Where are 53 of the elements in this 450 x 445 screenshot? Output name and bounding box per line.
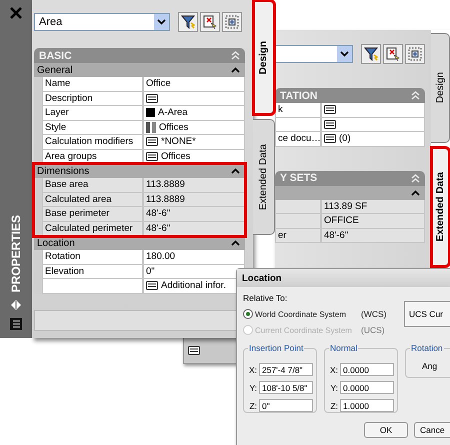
property-label: k <box>275 103 321 118</box>
section-title: Y SETS <box>280 172 318 184</box>
group-title: Location <box>37 238 75 248</box>
property-label: Calculated perimeter <box>42 222 143 236</box>
relative-to-label: Relative To: <box>243 293 288 303</box>
axis-label: Y: <box>248 382 257 392</box>
axis-label: Z: <box>248 400 257 410</box>
property-label: Elevation <box>42 264 143 279</box>
group-title: Normal <box>329 343 358 353</box>
axis-label: Z: <box>329 400 338 410</box>
property-label: Base perimeter <box>42 207 143 222</box>
group-title: Insertion Point <box>248 343 304 353</box>
value-text: 113.89 SF <box>324 200 368 212</box>
axis-label: Y: <box>329 382 338 392</box>
property-label: Description <box>42 92 143 106</box>
section-title: TATION <box>280 90 318 102</box>
dropdown-value: Area <box>39 16 62 28</box>
value-text: 113.8889 <box>146 194 185 205</box>
value-text: 180.00 <box>146 251 176 262</box>
group-title: Rotation <box>410 343 444 353</box>
property-label: Layer <box>42 106 143 120</box>
value-text: A-Area <box>158 107 188 118</box>
property-label: Calculation modifiers <box>42 135 143 150</box>
property-label: Calculated area <box>42 192 143 207</box>
property-label: ce docu… <box>275 132 321 146</box>
coordinate-abbr: (WCS) <box>361 309 386 319</box>
radio-option: Current Coordinate System <box>243 325 361 335</box>
group-title: General <box>37 64 73 76</box>
value-text: OFFICE <box>324 215 359 226</box>
section-title: BASIC <box>39 50 72 62</box>
property-label: er <box>275 228 321 243</box>
value-text: Offices <box>159 122 188 133</box>
value-text: 48'-6" <box>146 208 170 220</box>
axis-label: X: <box>329 364 338 374</box>
value-text: 0" <box>146 266 155 277</box>
palette-title: PROPERTIES <box>9 214 23 292</box>
value-text: *NONE* <box>161 136 196 148</box>
property-label: Style <box>42 120 143 135</box>
value-text: 113.8889 <box>146 179 185 190</box>
value-text: Office <box>146 78 171 90</box>
coordinate-abbr: (UCS) <box>361 325 385 335</box>
value-text: (0) <box>339 133 351 144</box>
angle-label: Ang <box>421 361 438 371</box>
axis-label: X: <box>248 364 257 374</box>
property-label: Base area <box>42 178 143 192</box>
value-text: 48'-6" <box>324 230 348 241</box>
value-text: Offices <box>161 150 190 162</box>
dialog-title: Location <box>237 269 450 287</box>
value-text: Additional infor. <box>161 280 226 292</box>
group-title: Dimensions <box>37 166 90 176</box>
value-text: 48'-6" <box>146 222 170 234</box>
property-label: Name <box>42 77 143 92</box>
property-label: Rotation <box>42 250 143 264</box>
